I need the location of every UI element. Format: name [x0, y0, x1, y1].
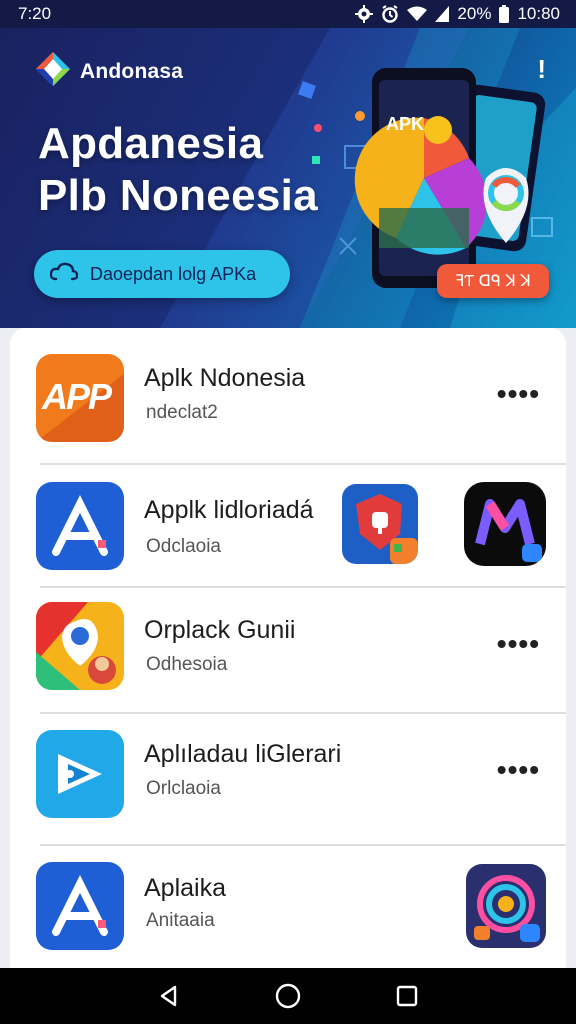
- more-options-button[interactable]: ••••: [497, 630, 540, 658]
- app-subtitle: ndeclat2: [146, 402, 218, 423]
- more-options-button[interactable]: ••••: [497, 756, 540, 784]
- settings-icon: [355, 5, 374, 23]
- app-store-a-icon: [36, 862, 124, 950]
- list-item[interactable]: Orplack Gunii Odhesoia ••••: [10, 592, 566, 712]
- brand-logo-icon: [34, 50, 72, 93]
- divider: [40, 844, 566, 846]
- status-clock: 10:80: [517, 4, 560, 23]
- play-arrow-app-icon: [36, 730, 124, 818]
- gradient-m-app-icon[interactable]: [464, 482, 546, 566]
- app-list: APP Aplk Ndonesia ndeclat2 •••• Applk li…: [10, 328, 566, 970]
- home-icon[interactable]: [268, 976, 308, 1016]
- status-time: 7:20: [18, 4, 52, 23]
- app-subtitle: Anitaaia: [146, 910, 215, 931]
- more-options-button[interactable]: ••••: [497, 380, 540, 408]
- divider: [40, 586, 566, 588]
- cloud-icon: [49, 261, 79, 288]
- hero-download-label: Daoepdan lolg APKa: [90, 263, 257, 284]
- app-name: Applk lidloriadá: [144, 496, 314, 524]
- app-icon-text: APP: [42, 376, 112, 417]
- status-bar: 7:20 20% 10:80: [0, 0, 576, 28]
- hero-banner[interactable]: Andonasa ! Apdanesia Plb Noneesia Daoepd…: [0, 28, 576, 328]
- hero-title-line2: Plb Noneesia: [38, 171, 318, 220]
- app-subtitle: Orlclaoia: [146, 778, 221, 799]
- map-pin-app-icon: [36, 602, 124, 690]
- divider: [40, 712, 566, 714]
- battery-percent: 20%: [457, 4, 492, 23]
- brand[interactable]: Andonasa: [34, 50, 183, 93]
- shield-app-icon[interactable]: [342, 484, 418, 564]
- battery-icon: [499, 5, 510, 23]
- brand-name: Andonasa: [80, 59, 184, 83]
- wifi-icon: [407, 6, 428, 22]
- hero-download-button[interactable]: Daoepdan lolg APKa: [34, 250, 290, 298]
- status-icons: 20% 10:80: [355, 4, 560, 24]
- app-name: Aplıladau liGlerari: [144, 740, 342, 768]
- circle-swirl-app-icon[interactable]: [466, 864, 546, 948]
- list-item[interactable]: Applk lidloriadá Odclaoia: [10, 470, 566, 590]
- app-name: Aplk Ndonesia: [144, 364, 306, 392]
- app-orange-icon: APP: [36, 354, 124, 442]
- navigation-bar: [0, 968, 576, 1024]
- phone-apk-label: APK: [386, 114, 424, 134]
- hero-badge[interactable]: ꟻƬ ᗡᑫ ꓘ ꓘ: [437, 264, 549, 298]
- divider: [40, 463, 566, 465]
- hero-title-line1: Apdanesia: [38, 119, 264, 168]
- app-store-a-icon: [36, 482, 124, 570]
- signal-icon: [435, 6, 450, 22]
- alarm-icon: [381, 5, 399, 23]
- app-name: Aplaika: [144, 874, 226, 902]
- back-icon[interactable]: [149, 976, 189, 1016]
- list-item[interactable]: Aplaika Anitaaia: [10, 850, 566, 970]
- app-subtitle: Odhesoia: [146, 654, 228, 675]
- recents-icon[interactable]: [387, 976, 427, 1016]
- app-name: Orplack Gunii: [144, 616, 296, 644]
- list-item[interactable]: Aplıladau liGlerari Orlclaoia ••••: [10, 718, 566, 838]
- list-item[interactable]: APP Aplk Ndonesia ndeclat2 ••••: [10, 346, 566, 466]
- hero-title: Apdanesia Plb Noneesia: [38, 118, 318, 222]
- app-subtitle: Odclaoia: [146, 536, 221, 557]
